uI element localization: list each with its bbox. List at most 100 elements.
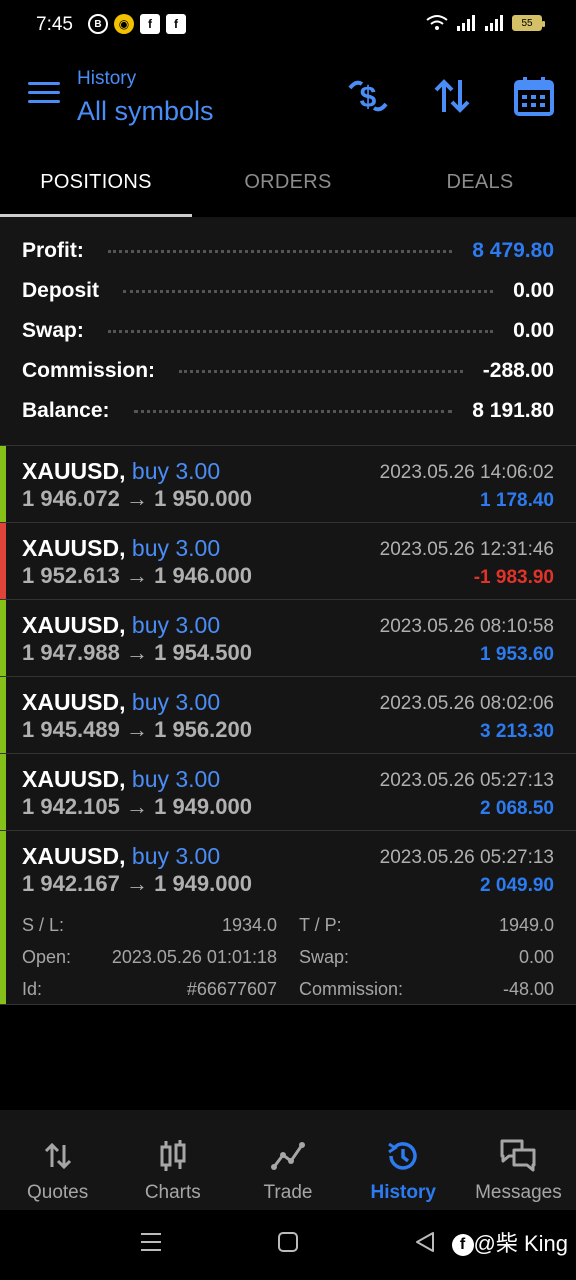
deal-symbol: XAUUSD, buy 3.00 xyxy=(22,458,221,484)
detail-value: 1934.0 xyxy=(221,915,277,935)
list-item-expanded[interactable]: XAUUSD, buy 3.00 1 942.167 → 1 949.000 2… xyxy=(0,830,576,1004)
deal-prices: 1 942.105 → 1 949.000 xyxy=(22,794,252,819)
summary-row-commission: Commission: -288.00 xyxy=(22,351,554,391)
deal-prices: 1 945.489 → 1 956.200 xyxy=(22,717,252,742)
positions-list: XAUUSD, buy 3.00 1 946.072 → 1 950.000 2… xyxy=(0,445,576,1005)
list-item[interactable]: XAUUSD, buy 3.00 1 946.072 → 1 950.000 2… xyxy=(0,445,576,522)
dotted-leader xyxy=(107,249,453,253)
detail-value: 1949.0 xyxy=(498,915,554,935)
deal-profit: -1 983.90 xyxy=(473,567,554,588)
nav-label: Messages xyxy=(475,1182,562,1203)
loss-indicator xyxy=(0,523,6,599)
facebook-icon: f xyxy=(451,1234,474,1257)
deal-time: 2023.05.26 05:27:13 xyxy=(379,847,554,868)
dotted-leader xyxy=(123,289,494,293)
nav-label: Trade xyxy=(263,1182,313,1203)
divider xyxy=(0,1004,576,1005)
list-item[interactable]: XAUUSD, buy 3.00 1 952.613 → 1 946.000 2… xyxy=(0,522,576,599)
detail-label: Id: xyxy=(22,979,43,999)
menu-button[interactable] xyxy=(28,82,60,108)
summary-value: -288.00 xyxy=(472,359,554,383)
app-header: History All symbols $ xyxy=(0,52,576,147)
nav-label: Charts xyxy=(144,1182,201,1203)
deal-prices: 1 942.167 → 1 949.000 xyxy=(22,871,252,896)
nav-quotes[interactable]: Quotes xyxy=(0,1110,115,1210)
watermark-text: @柴 King xyxy=(473,1231,568,1256)
summary-value: 8 479.80 xyxy=(462,239,554,263)
nav-trade[interactable]: Trade xyxy=(230,1110,345,1210)
summary-value: 0.00 xyxy=(503,279,554,303)
notification-icons: B ◉ f f xyxy=(88,14,186,34)
system-navigation-bar: f @柴 King xyxy=(0,1210,576,1280)
dotted-leader xyxy=(179,369,463,373)
nav-history[interactable]: History xyxy=(346,1110,461,1210)
charts-icon xyxy=(160,1140,186,1171)
deal-side: buy 3.00 xyxy=(131,689,221,715)
watermark: f @柴 King xyxy=(451,1226,568,1258)
deal-profit: 2 049.90 xyxy=(480,875,554,896)
profit-indicator xyxy=(0,754,6,830)
sort-icon[interactable] xyxy=(430,74,474,118)
home-icon[interactable] xyxy=(277,1230,299,1254)
signal-icon xyxy=(457,15,475,31)
deal-prices: 1 952.613 → 1 946.000 xyxy=(22,563,252,588)
history-icon xyxy=(388,1142,417,1170)
signal-icon-2 xyxy=(485,15,503,31)
trade-icon xyxy=(271,1142,305,1170)
quotes-icon xyxy=(44,1142,71,1170)
deal-side: buy 3.00 xyxy=(131,766,221,792)
profit-indicator xyxy=(0,831,6,1004)
messages-icon xyxy=(500,1139,536,1172)
deal-time: 2023.05.26 08:02:06 xyxy=(379,693,554,714)
summary-value: 0.00 xyxy=(503,319,554,343)
detail-label: T / P: xyxy=(299,915,342,935)
battery-icon: 55 xyxy=(512,15,545,31)
status-bar: 7:45 B ◉ f f 55 xyxy=(0,0,576,52)
b-notification-icon: B xyxy=(88,14,108,34)
summary-label: Deposit xyxy=(22,279,114,303)
back-icon[interactable] xyxy=(414,1230,436,1254)
list-item[interactable]: XAUUSD, buy 3.00 1 947.988 → 1 954.500 2… xyxy=(0,599,576,676)
detail-label: S / L: xyxy=(22,915,65,935)
summary-row-profit: Profit: 8 479.80 xyxy=(22,231,554,271)
detail-label: Swap: xyxy=(299,947,350,967)
summary-row-deposit: Deposit 0.00 xyxy=(22,271,554,311)
header-subtitle: History xyxy=(77,68,137,89)
header-title[interactable]: All symbols xyxy=(77,96,214,127)
list-item[interactable]: XAUUSD, buy 3.00 1 942.105 → 1 949.000 2… xyxy=(0,753,576,830)
summary-value: 8 191.80 xyxy=(462,399,554,423)
bottom-navigation: Quotes Charts Trade History Messages xyxy=(0,1110,576,1210)
profit-indicator xyxy=(0,446,6,522)
deal-prices: 1 946.072 → 1 950.000 xyxy=(22,486,252,511)
tab-positions[interactable]: POSITIONS xyxy=(0,147,192,217)
deal-time: 2023.05.26 05:27:13 xyxy=(379,770,554,791)
detail-value: 2023.05.26 01:01:18 xyxy=(111,947,277,967)
deal-side: buy 3.00 xyxy=(131,458,221,484)
tab-deals[interactable]: DEALS xyxy=(384,147,576,217)
currency-exchange-icon[interactable]: $ xyxy=(346,74,390,118)
deal-time: 2023.05.26 12:31:46 xyxy=(379,539,554,560)
deal-symbol: XAUUSD, buy 3.00 xyxy=(22,689,221,715)
tab-orders[interactable]: ORDERS xyxy=(192,147,384,217)
profit-indicator xyxy=(0,600,6,676)
list-item[interactable]: XAUUSD, buy 3.00 1 945.489 → 1 956.200 2… xyxy=(0,676,576,753)
nav-charts[interactable]: Charts xyxy=(115,1110,230,1210)
deal-symbol: XAUUSD, buy 3.00 xyxy=(22,535,221,561)
deal-side: buy 3.00 xyxy=(131,535,221,561)
deal-time: 2023.05.26 08:10:58 xyxy=(379,616,554,637)
recent-apps-icon[interactable] xyxy=(140,1230,162,1254)
deal-profit: 3 213.30 xyxy=(480,721,554,742)
dotted-leader xyxy=(107,329,494,333)
nav-messages[interactable]: Messages xyxy=(461,1110,576,1210)
calendar-icon[interactable] xyxy=(512,74,556,118)
dotted-leader xyxy=(133,409,453,413)
deal-symbol: XAUUSD, buy 3.00 xyxy=(22,612,221,638)
summary-label: Balance: xyxy=(22,399,124,423)
app-notification-icon: ◉ xyxy=(114,14,134,34)
deal-prices: 1 947.988 → 1 954.500 xyxy=(22,640,252,665)
summary-label: Swap: xyxy=(22,319,98,343)
summary-panel: Profit: 8 479.80 Deposit 0.00 Swap: 0.00… xyxy=(0,217,576,445)
nav-label: History xyxy=(370,1182,436,1203)
summary-row-balance: Balance: 8 191.80 xyxy=(22,391,554,431)
deal-symbol: XAUUSD, buy 3.00 xyxy=(22,843,221,869)
